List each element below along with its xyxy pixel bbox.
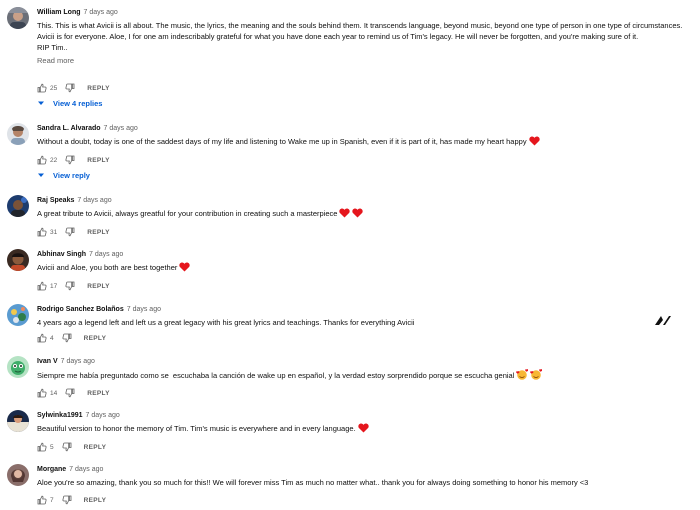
thumbs-up-icon[interactable] xyxy=(37,442,47,452)
reply-button[interactable]: REPLY xyxy=(87,283,110,290)
comment-actions: 17 REPLY xyxy=(37,281,110,291)
avatar[interactable] xyxy=(7,410,29,432)
reply-button[interactable]: REPLY xyxy=(84,497,107,504)
thumbs-up-icon[interactable] xyxy=(37,83,47,93)
comment-text: This. This is what Avicii is all about. … xyxy=(37,21,683,52)
like-count: 5 xyxy=(50,443,54,451)
comment-text: Beautiful version to honor the memory of… xyxy=(37,424,356,433)
comment-actions: 14 REPLY xyxy=(37,388,110,398)
avicii-logo-icon xyxy=(655,316,671,325)
comment-text: Aloe you're so amazing, thank you so muc… xyxy=(37,478,589,487)
comment-author[interactable]: Raj Speaks xyxy=(37,197,74,204)
comment-author[interactable]: Rodrigo Sanchez Bolaños xyxy=(37,306,124,313)
thumbs-down-icon[interactable] xyxy=(65,281,75,291)
comment-timestamp[interactable]: 7 days ago xyxy=(89,251,123,258)
red-heart-emoji xyxy=(339,208,351,218)
comment-timestamp[interactable]: 7 days ago xyxy=(77,197,111,204)
view-replies-label: View reply xyxy=(53,170,90,180)
comment-actions: 22 REPLY xyxy=(37,155,110,165)
comment-actions: 5 REPLY xyxy=(37,442,106,452)
like-count: 17 xyxy=(50,282,58,290)
thumbs-down-icon[interactable] xyxy=(65,388,75,398)
avatar[interactable] xyxy=(7,464,29,486)
comment-author[interactable]: Morgane xyxy=(37,466,66,473)
comment-actions: 7 REPLY xyxy=(37,495,106,505)
avatar[interactable] xyxy=(7,195,29,217)
thumbs-down-icon[interactable] xyxy=(62,495,72,505)
comment-text: 4 years ago a legend left and left us a … xyxy=(37,318,415,327)
reply-button[interactable]: REPLY xyxy=(87,229,110,236)
comment-author[interactable]: Sylwinka1991 xyxy=(37,412,83,419)
comment-timestamp[interactable]: 7 days ago xyxy=(69,466,103,473)
comment-text: A great tribute to Avicii, always greatf… xyxy=(37,209,338,218)
thumbs-down-icon[interactable] xyxy=(62,442,72,452)
avatar[interactable] xyxy=(7,7,29,29)
red-heart-emoji xyxy=(179,262,191,272)
thumbs-up-icon[interactable] xyxy=(37,495,47,505)
thumbs-up-icon[interactable] xyxy=(37,155,47,165)
thumbs-down-icon[interactable] xyxy=(62,333,72,343)
comment-text: Siempre me había preguntado como se escu… xyxy=(37,371,515,380)
thumbs-down-icon[interactable] xyxy=(65,227,75,237)
comment-timestamp[interactable]: 7 days ago xyxy=(127,306,161,313)
read-more-link[interactable]: Read more xyxy=(37,56,686,66)
thumbs-down-icon[interactable] xyxy=(65,155,75,165)
comment-timestamp[interactable]: 7 days ago xyxy=(86,412,120,419)
red-heart-emoji xyxy=(358,423,369,433)
avatar[interactable] xyxy=(7,304,29,326)
red-heart-emoji xyxy=(528,136,540,146)
smiling-face-with-hearts-emoji xyxy=(516,369,529,380)
view-replies-label: View 4 replies xyxy=(53,98,103,108)
thumbs-up-icon[interactable] xyxy=(37,281,47,291)
chevron-down-icon xyxy=(37,171,45,179)
comment-text: Without a doubt, today is one of the sad… xyxy=(37,137,527,146)
comment-timestamp[interactable]: 7 days ago xyxy=(61,358,95,365)
comment-text: Avicii and Aloe, you both are best toget… xyxy=(37,263,178,272)
comment-actions: 25 REPLY xyxy=(37,83,110,93)
comment-author[interactable]: Abhinav Singh xyxy=(37,251,86,258)
comment-author[interactable]: Sandra L. Alvarado xyxy=(37,125,101,132)
comment-timestamp[interactable]: 7 days ago xyxy=(104,125,138,132)
reply-button[interactable]: REPLY xyxy=(84,444,107,451)
thumbs-up-icon[interactable] xyxy=(37,333,47,343)
comment-author[interactable]: Ivan V xyxy=(37,358,58,365)
reply-button[interactable]: REPLY xyxy=(87,85,110,92)
like-count: 31 xyxy=(50,228,58,236)
view-replies-button[interactable]: View 4 replies xyxy=(37,98,102,108)
smiling-face-with-hearts-emoji xyxy=(530,369,543,380)
reply-button[interactable]: REPLY xyxy=(87,390,110,397)
like-count: 25 xyxy=(50,84,58,92)
reply-button[interactable]: REPLY xyxy=(84,335,107,342)
thumbs-up-icon[interactable] xyxy=(37,388,47,398)
like-count: 7 xyxy=(50,496,54,504)
comment-timestamp[interactable]: 7 days ago xyxy=(84,9,118,16)
like-count: 22 xyxy=(50,156,58,164)
thumbs-up-icon[interactable] xyxy=(37,227,47,237)
chevron-down-icon xyxy=(37,99,45,107)
comment-actions: 31 REPLY xyxy=(37,227,110,237)
view-replies-button[interactable]: View reply xyxy=(37,170,90,180)
like-count: 4 xyxy=(50,334,54,342)
thumbs-down-icon[interactable] xyxy=(65,83,75,93)
avatar[interactable] xyxy=(7,249,29,271)
avatar[interactable] xyxy=(7,123,29,145)
red-heart-emoji xyxy=(352,208,364,218)
comment-actions: 4 REPLY xyxy=(37,333,106,343)
avatar[interactable] xyxy=(7,356,29,378)
comment-author[interactable]: William Long xyxy=(37,9,81,16)
like-count: 14 xyxy=(50,389,58,397)
reply-button[interactable]: REPLY xyxy=(87,157,110,164)
